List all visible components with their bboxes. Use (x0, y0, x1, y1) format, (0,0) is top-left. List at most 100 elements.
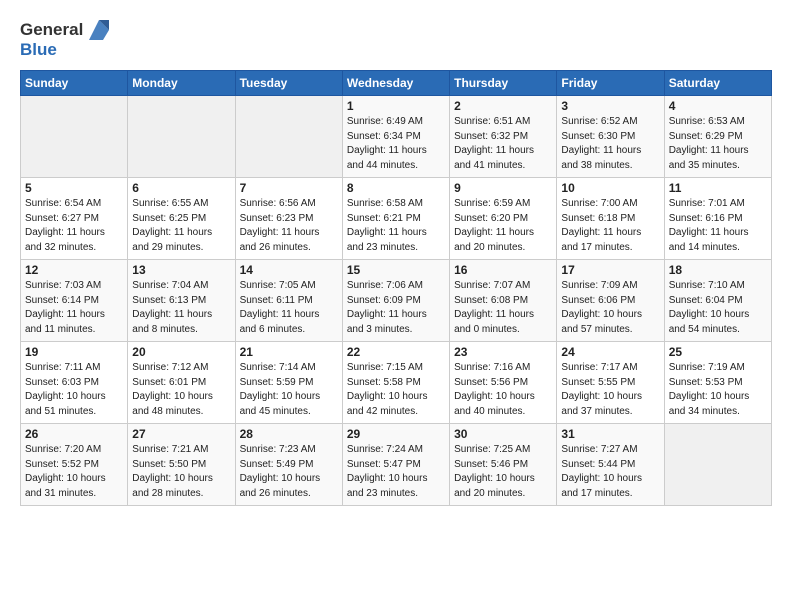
day-number: 22 (347, 345, 445, 359)
calendar-week-row: 12Sunrise: 7:03 AMSunset: 6:14 PMDayligh… (21, 260, 772, 342)
day-info: Sunrise: 7:27 AMSunset: 5:44 PMDaylight:… (561, 443, 659, 501)
calendar-cell (664, 424, 771, 506)
calendar-cell (21, 96, 128, 178)
calendar-cell: 3 Sunrise: 6:52 AMSunset: 6:30 PMDaylight… (557, 96, 664, 178)
day-number: 26 (25, 427, 123, 441)
day-info: Sunrise: 7:12 AMSunset: 6:01 PMDaylight:… (132, 361, 230, 419)
header: General Blue (20, 16, 772, 60)
weekday-header: Wednesday (342, 71, 449, 96)
day-number: 15 (347, 263, 445, 277)
day-number: 12 (25, 263, 123, 277)
header-row: SundayMondayTuesdayWednesdayThursdayFrid… (21, 71, 772, 96)
weekday-header: Tuesday (235, 71, 342, 96)
day-info: Sunrise: 7:11 AMSunset: 6:03 PMDaylight:… (25, 361, 123, 419)
day-number: 3 (561, 99, 659, 113)
weekday-header: Thursday (450, 71, 557, 96)
calendar-cell: 9Sunrise: 6:59 AMSunset: 6:20 PMDaylight… (450, 178, 557, 260)
day-info: Sunrise: 7:16 AMSunset: 5:56 PMDaylight:… (454, 361, 552, 419)
day-number: 11 (669, 181, 767, 195)
day-number: 14 (240, 263, 338, 277)
day-info: Sunrise: 7:01 AMSunset: 6:16 PMDaylight:… (669, 197, 767, 255)
calendar-cell: 14 Sunrise: 7:05 AMSunset: 6:11 PMDayligh… (235, 260, 342, 342)
calendar-cell: 19 Sunrise: 7:11 AMSunset: 6:03 PMDayligh… (21, 342, 128, 424)
day-info: Sunrise: 7:06 AMSunset: 6:09 PMDaylight:… (347, 279, 445, 337)
day-info: Sunrise: 7:09 AMSunset: 6:06 PMDaylight:… (561, 279, 659, 337)
day-number: 30 (454, 427, 552, 441)
calendar-cell (128, 96, 235, 178)
day-number: 16 (454, 263, 552, 277)
day-info: Sunrise: 7:19 AMSunset: 5:53 PMDaylight:… (669, 361, 767, 419)
day-number: 1 (347, 99, 445, 113)
day-number: 10 (561, 181, 659, 195)
weekday-header: Saturday (664, 71, 771, 96)
day-info: Sunrise: 7:21 AMSunset: 5:50 PMDaylight:… (132, 443, 230, 501)
logo-icon (85, 16, 113, 44)
day-info: Sunrise: 7:14 AMSunset: 5:59 PMDaylight:… (240, 361, 338, 419)
day-info: Sunrise: 6:55 AMSunset: 6:25 PMDaylight:… (132, 197, 230, 255)
calendar-cell: 13 Sunrise: 7:04 AMSunset: 6:13 PMDayligh… (128, 260, 235, 342)
day-info: Sunrise: 7:05 AMSunset: 6:11 PMDaylight:… (240, 279, 338, 337)
day-number: 5 (25, 181, 123, 195)
calendar-cell: 20 Sunrise: 7:12 AMSunset: 6:01 PMDayligh… (128, 342, 235, 424)
calendar-cell (235, 96, 342, 178)
day-info: Sunrise: 6:53 AMSunset: 6:29 PMDaylight:… (669, 115, 767, 173)
calendar-cell: 23 Sunrise: 7:16 AMSunset: 5:56 PMDayligh… (450, 342, 557, 424)
day-number: 19 (25, 345, 123, 359)
day-number: 2 (454, 99, 552, 113)
calendar-week-row: 19 Sunrise: 7:11 AMSunset: 6:03 PMDayligh… (21, 342, 772, 424)
logo: General Blue (20, 16, 113, 60)
day-info: Sunrise: 7:24 AMSunset: 5:47 PMDaylight:… (347, 443, 445, 501)
day-info: Sunrise: 7:25 AMSunset: 5:46 PMDaylight:… (454, 443, 552, 501)
day-info: Sunrise: 6:56 AMSunset: 6:23 PMDaylight:… (240, 197, 338, 255)
day-info: Sunrise: 7:20 AMSunset: 5:52 PMDaylight:… (25, 443, 123, 501)
calendar-table: SundayMondayTuesdayWednesdayThursdayFrid… (20, 70, 772, 506)
calendar-cell: 29 Sunrise: 7:24 AMSunset: 5:47 PMDayligh… (342, 424, 449, 506)
calendar-cell: 30 Sunrise: 7:25 AMSunset: 5:46 PMDayligh… (450, 424, 557, 506)
day-info: Sunrise: 6:51 AMSunset: 6:32 PMDaylight:… (454, 115, 552, 173)
calendar-cell: 15 Sunrise: 7:06 AMSunset: 6:09 PMDayligh… (342, 260, 449, 342)
calendar-week-row: 5Sunrise: 6:54 AMSunset: 6:27 PMDaylight… (21, 178, 772, 260)
logo-general-text: General (20, 20, 83, 40)
day-number: 20 (132, 345, 230, 359)
day-info: Sunrise: 7:17 AMSunset: 5:55 PMDaylight:… (561, 361, 659, 419)
day-number: 23 (454, 345, 552, 359)
day-number: 27 (132, 427, 230, 441)
calendar-cell: 22 Sunrise: 7:15 AMSunset: 5:58 PMDayligh… (342, 342, 449, 424)
day-info: Sunrise: 6:58 AMSunset: 6:21 PMDaylight:… (347, 197, 445, 255)
calendar-cell: 21 Sunrise: 7:14 AMSunset: 5:59 PMDayligh… (235, 342, 342, 424)
calendar-cell: 6Sunrise: 6:55 AMSunset: 6:25 PMDaylight… (128, 178, 235, 260)
calendar-cell: 11 Sunrise: 7:01 AMSunset: 6:16 PMDayligh… (664, 178, 771, 260)
day-number: 24 (561, 345, 659, 359)
calendar-week-row: 26 Sunrise: 7:20 AMSunset: 5:52 PMDayligh… (21, 424, 772, 506)
calendar-cell: 26 Sunrise: 7:20 AMSunset: 5:52 PMDayligh… (21, 424, 128, 506)
calendar-cell: 28 Sunrise: 7:23 AMSunset: 5:49 PMDayligh… (235, 424, 342, 506)
day-info: Sunrise: 7:07 AMSunset: 6:08 PMDaylight:… (454, 279, 552, 337)
day-number: 28 (240, 427, 338, 441)
day-info: Sunrise: 7:15 AMSunset: 5:58 PMDaylight:… (347, 361, 445, 419)
calendar-cell: 10Sunrise: 7:00 AMSunset: 6:18 PMDayligh… (557, 178, 664, 260)
calendar-cell: 8Sunrise: 6:58 AMSunset: 6:21 PMDaylight… (342, 178, 449, 260)
calendar-cell: 7 Sunrise: 6:56 AMSunset: 6:23 PMDaylight… (235, 178, 342, 260)
day-number: 7 (240, 181, 338, 195)
day-number: 29 (347, 427, 445, 441)
calendar-cell: 27 Sunrise: 7:21 AMSunset: 5:50 PMDayligh… (128, 424, 235, 506)
day-number: 21 (240, 345, 338, 359)
day-info: Sunrise: 6:52 AMSunset: 6:30 PMDaylight:… (561, 115, 659, 173)
day-number: 25 (669, 345, 767, 359)
calendar-cell: 24 Sunrise: 7:17 AMSunset: 5:55 PMDayligh… (557, 342, 664, 424)
calendar-cell: 25 Sunrise: 7:19 AMSunset: 5:53 PMDayligh… (664, 342, 771, 424)
calendar-cell: 16 Sunrise: 7:07 AMSunset: 6:08 PMDayligh… (450, 260, 557, 342)
day-info: Sunrise: 7:04 AMSunset: 6:13 PMDaylight:… (132, 279, 230, 337)
weekday-header: Sunday (21, 71, 128, 96)
day-info: Sunrise: 7:23 AMSunset: 5:49 PMDaylight:… (240, 443, 338, 501)
calendar-week-row: 1Sunrise: 6:49 AMSunset: 6:34 PMDaylight… (21, 96, 772, 178)
calendar-cell: 5Sunrise: 6:54 AMSunset: 6:27 PMDaylight… (21, 178, 128, 260)
day-number: 4 (669, 99, 767, 113)
day-number: 31 (561, 427, 659, 441)
day-number: 18 (669, 263, 767, 277)
page-container: General Blue SundayMondayTuesdayWednesda… (0, 0, 792, 516)
weekday-header: Friday (557, 71, 664, 96)
day-info: Sunrise: 7:10 AMSunset: 6:04 PMDaylight:… (669, 279, 767, 337)
day-number: 9 (454, 181, 552, 195)
day-number: 13 (132, 263, 230, 277)
